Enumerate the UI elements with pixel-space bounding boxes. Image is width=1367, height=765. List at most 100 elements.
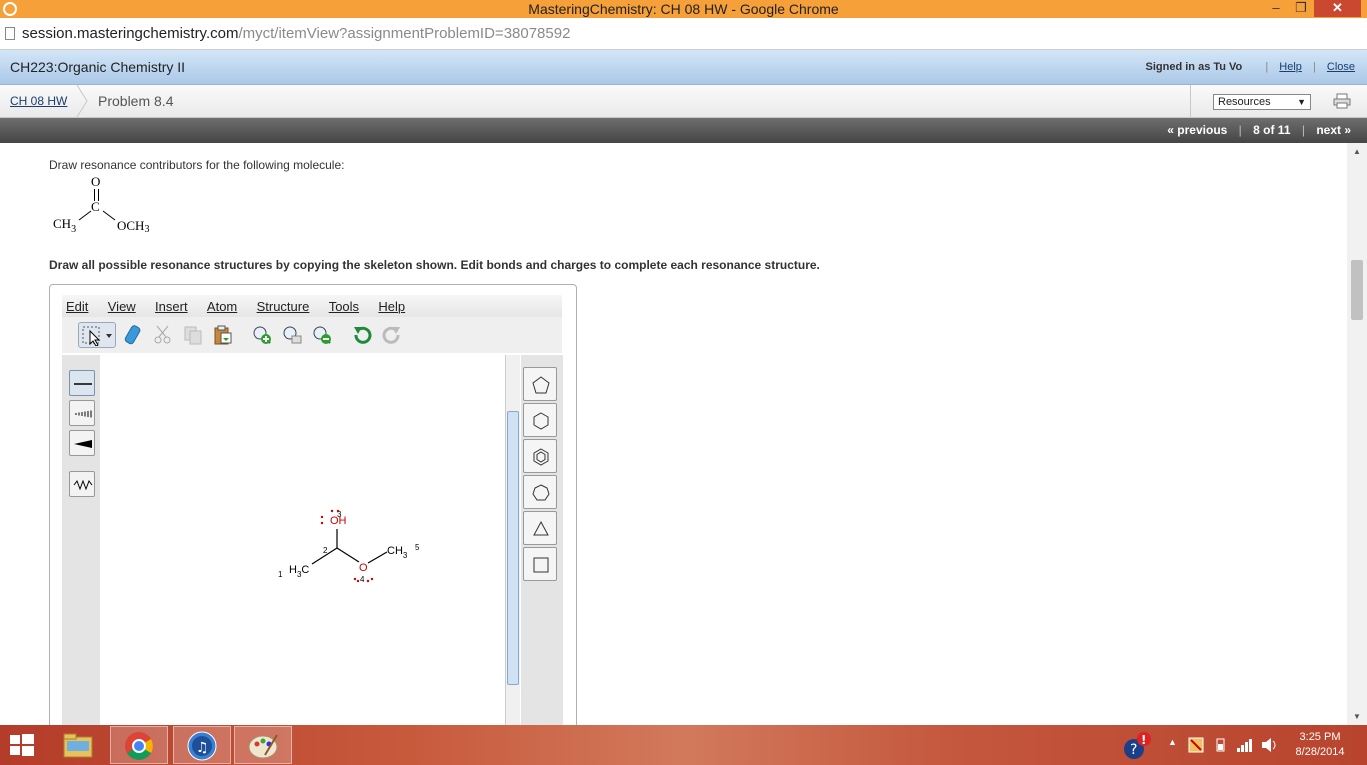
resources-select-value: Resources (1218, 96, 1271, 108)
windows-taskbar: ♫ ?! ▲ 3:25 PM 8/28/2014 (0, 725, 1367, 765)
scroll-up-icon[interactable]: ▲ (1353, 147, 1361, 156)
svg-text:?: ? (1130, 742, 1137, 758)
page-icon (5, 27, 15, 40)
page-scrollbar[interactable]: ▲ ▼ (1347, 143, 1367, 725)
cut-button[interactable] (150, 322, 176, 348)
atom-oxygen-label: O (359, 562, 368, 574)
url-host: session.masteringchemistry.com (22, 25, 239, 42)
cyclopropane-icon (533, 520, 549, 536)
taskbar-chrome[interactable] (110, 726, 168, 764)
previous-link[interactable]: « previous (1167, 123, 1227, 137)
print-icon[interactable] (1333, 93, 1351, 109)
eraser-button[interactable] (120, 322, 146, 348)
methyl-acetate-structure: O C CH3 OCH3 (53, 175, 149, 235)
undo-icon (354, 326, 372, 344)
cyclopentane-button[interactable] (523, 367, 557, 401)
benzene-icon (533, 448, 549, 466)
clock-time: 3:25 PM (1299, 731, 1341, 743)
volume-icon[interactable] (1261, 737, 1279, 753)
user-links: Signed in as Tu Vo | Help | Close (1146, 61, 1355, 73)
question-prompt: Draw resonance contributors for the foll… (49, 158, 345, 172)
help-link[interactable]: Help (1279, 61, 1302, 73)
taskbar-itunes[interactable]: ♫ (173, 726, 231, 764)
resources-select[interactable]: Resources ▼ (1213, 94, 1311, 110)
clock-date: 8/28/2014 (1295, 746, 1345, 758)
cycloheptane-button[interactable] (523, 475, 557, 509)
separator: | (1265, 61, 1269, 73)
show-hidden-icons-icon[interactable]: ▲ (1168, 737, 1177, 747)
drawing-canvas[interactable]: OH 3 2 H3C 1 O 4 CH3 5 (100, 355, 505, 725)
taskbar-file-explorer[interactable] (49, 726, 107, 764)
menu-view[interactable]: View (108, 299, 136, 314)
canvas-scrollbar-thumb[interactable] (507, 411, 519, 685)
problem-position: 8 of 11 (1253, 123, 1291, 137)
cyclopropane-button[interactable] (523, 511, 557, 545)
select-icon (82, 326, 112, 346)
cycloheptane-icon (532, 484, 550, 501)
copy-button[interactable] (180, 322, 206, 348)
start-button[interactable] (0, 726, 44, 764)
itunes-icon: ♫ (187, 731, 217, 761)
zoom-all-button[interactable] (279, 322, 305, 348)
url-text[interactable]: session.masteringchemistry.com/myct/item… (22, 25, 570, 42)
action-center-alert-icon[interactable]: ?! (1120, 729, 1160, 761)
security-icon[interactable] (1188, 737, 1204, 753)
close-window-button[interactable]: ✕ (1314, 0, 1361, 17)
wedge-bond-button[interactable] (69, 430, 95, 456)
course-header: CH223:Organic Chemistry II Signed in as … (0, 50, 1367, 85)
menu-help[interactable]: Help (378, 299, 405, 314)
ring-toolbar (521, 355, 563, 725)
instruction-text: Draw all possible resonance structures b… (49, 258, 820, 272)
structure-editor: Edit View Insert Atom Structure Tools He… (49, 284, 577, 725)
hashed-bond-button[interactable] (69, 400, 95, 426)
atom-number-1: 1 (278, 570, 283, 579)
problem-navigation: « previous | 8 of 11 | next » (0, 118, 1367, 143)
cyclohexane-button[interactable] (523, 403, 557, 437)
atom-methyl-1-label: H3C (289, 564, 309, 579)
wedge-bond-icon (74, 440, 92, 448)
undo-button[interactable] (349, 322, 375, 348)
scroll-down-icon[interactable]: ▼ (1353, 712, 1361, 721)
cyclobutane-button[interactable] (523, 547, 557, 581)
methoxy-label: OCH3 (117, 218, 149, 235)
wavy-bond-icon (73, 479, 93, 491)
benzene-button[interactable] (523, 439, 557, 473)
atom-number-5: 5 (415, 543, 420, 552)
signed-in-label: Signed in as Tu Vo (1145, 61, 1243, 73)
canvas-scrollbar[interactable] (505, 355, 520, 725)
window-title: MasteringChemistry: CH 08 HW - Google Ch… (528, 1, 839, 17)
address-bar[interactable]: session.masteringchemistry.com/myct/item… (0, 18, 1367, 50)
redo-button[interactable] (379, 322, 405, 348)
menu-structure[interactable]: Structure (257, 299, 310, 314)
page-scrollbar-thumb[interactable] (1351, 260, 1363, 320)
taskbar-paint[interactable] (234, 726, 292, 764)
maximize-button[interactable]: ❐ (1290, 0, 1312, 17)
wavy-bond-button[interactable] (69, 471, 95, 497)
editor-menubar: Edit View Insert Atom Structure Tools He… (62, 295, 562, 317)
menu-tools[interactable]: Tools (329, 299, 359, 314)
menu-atom[interactable]: Atom (207, 299, 237, 314)
paste-button[interactable] (210, 322, 236, 348)
svg-text:!: ! (1141, 733, 1146, 747)
next-link[interactable]: next » (1316, 123, 1351, 137)
methyl-label: CH3 (53, 216, 76, 235)
separator: | (1238, 123, 1242, 137)
minimize-button[interactable]: – (1265, 0, 1287, 17)
battery-icon[interactable] (1212, 737, 1228, 753)
eraser-icon (124, 325, 141, 345)
paint-icon (248, 734, 278, 759)
menu-insert[interactable]: Insert (155, 299, 188, 314)
system-clock[interactable]: 3:25 PM 8/28/2014 (1290, 730, 1350, 760)
menu-edit[interactable]: Edit (66, 299, 88, 314)
svg-text:♫: ♫ (196, 740, 209, 756)
network-signal-icon[interactable] (1236, 737, 1254, 753)
single-bond-button[interactable] (69, 370, 95, 396)
select-tool-button[interactable] (78, 322, 116, 348)
redo-icon (382, 326, 400, 344)
zoom-out-button[interactable] (309, 322, 335, 348)
breadcrumb-assignment-link[interactable]: CH 08 HW (10, 94, 67, 108)
close-link[interactable]: Close (1327, 61, 1355, 73)
cyclopentane-icon (532, 376, 550, 394)
paste-icon (214, 325, 232, 345)
zoom-in-button[interactable] (249, 322, 275, 348)
